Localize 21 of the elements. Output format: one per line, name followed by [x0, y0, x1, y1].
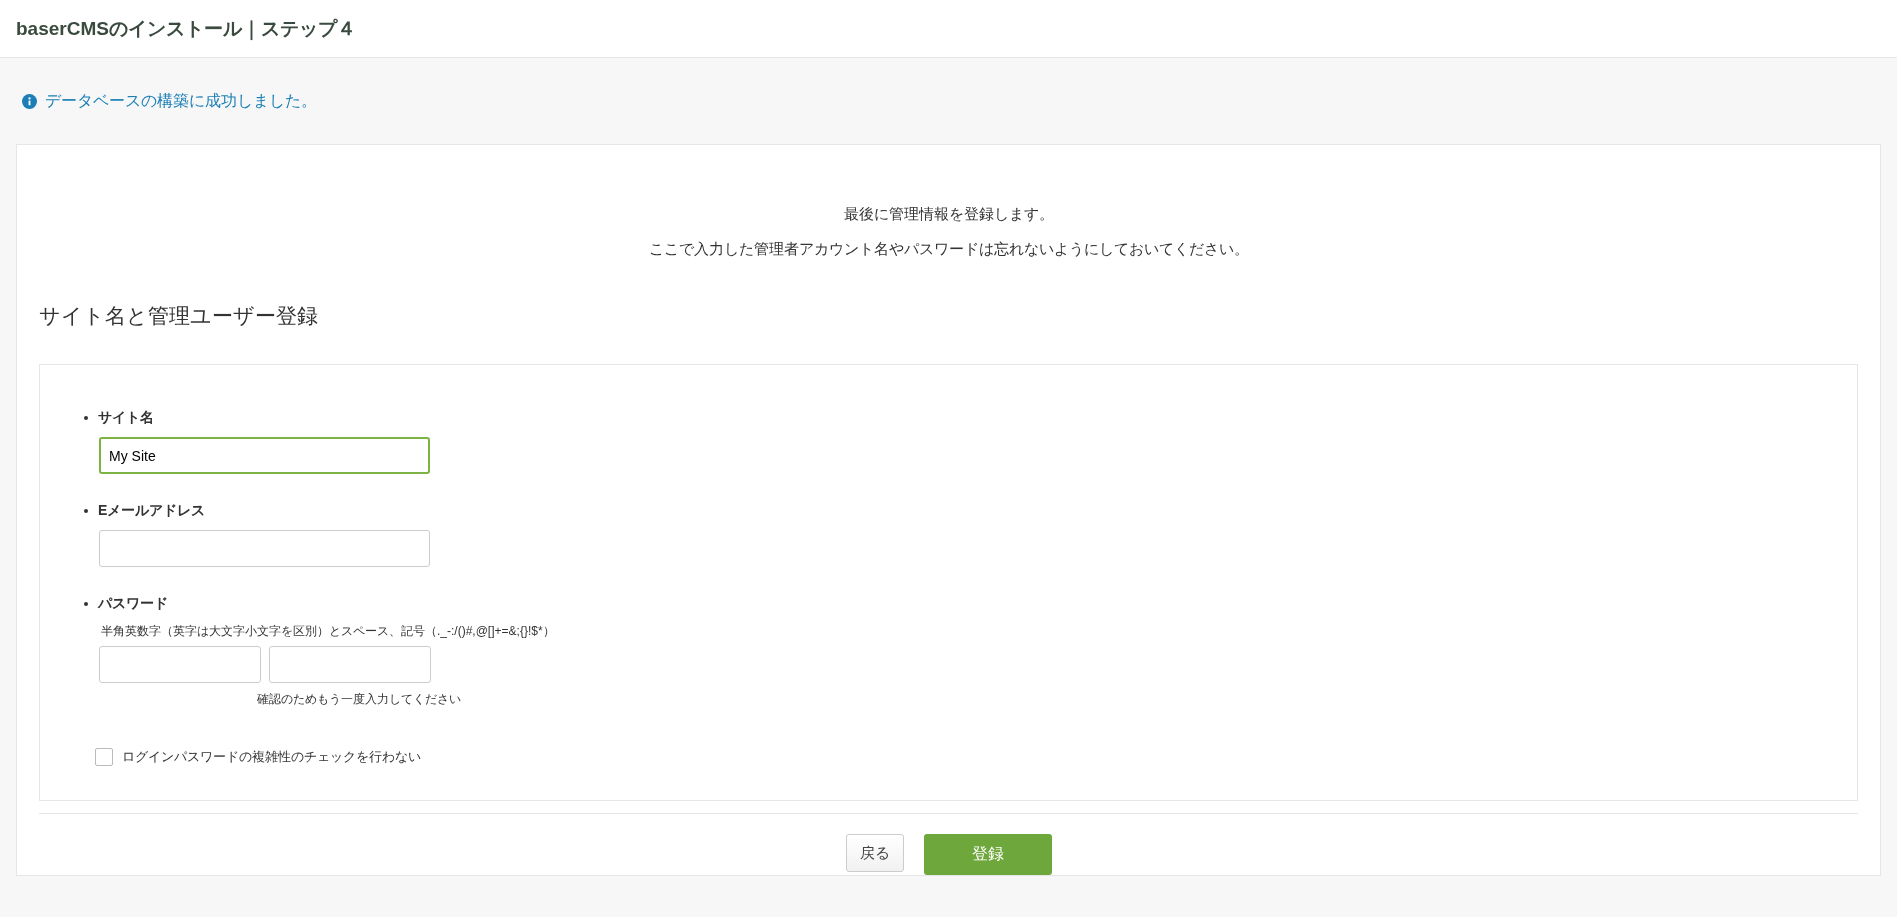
input-field[interactable]: My Site [99, 437, 430, 474]
bullet-icon [84, 416, 88, 420]
success-message: データベースの構築に成功しました。 [45, 90, 317, 111]
password-confirm-field[interactable] [269, 646, 431, 683]
checkbox[interactable] [95, 748, 113, 766]
section-heading: サイト名と管理ユーザー登録 [39, 303, 319, 329]
bullet-icon [84, 509, 88, 513]
field-label: パスワード [98, 595, 168, 613]
input-field[interactable] [99, 530, 430, 567]
field-label: サイト名 [98, 409, 154, 427]
info-icon [22, 93, 37, 109]
password-field[interactable] [99, 646, 261, 683]
back-button[interactable]: 戻る [845, 834, 904, 872]
intro-text: 最後に管理情報を登録します。 [842, 205, 1055, 223]
hint-text: 半角英数字（英字は大文字小文字を区別）とスペース、記号（._-:/()#,@[]+=&;{}!$*） [101, 623, 556, 640]
field-label: Eメールアドレス [98, 502, 206, 520]
hint-text: 確認のためもう一度入力してください [257, 691, 461, 708]
checkbox-label: ログインパスワードの複雑性のチェックを行わない [122, 748, 421, 766]
page-title: baserCMSのインストール｜ステップ４ [16, 16, 356, 42]
intro-text: ここで入力した管理者アカウント名やパスワードは忘れないようにしておいてください。 [647, 240, 1250, 258]
bullet-icon [84, 602, 88, 606]
